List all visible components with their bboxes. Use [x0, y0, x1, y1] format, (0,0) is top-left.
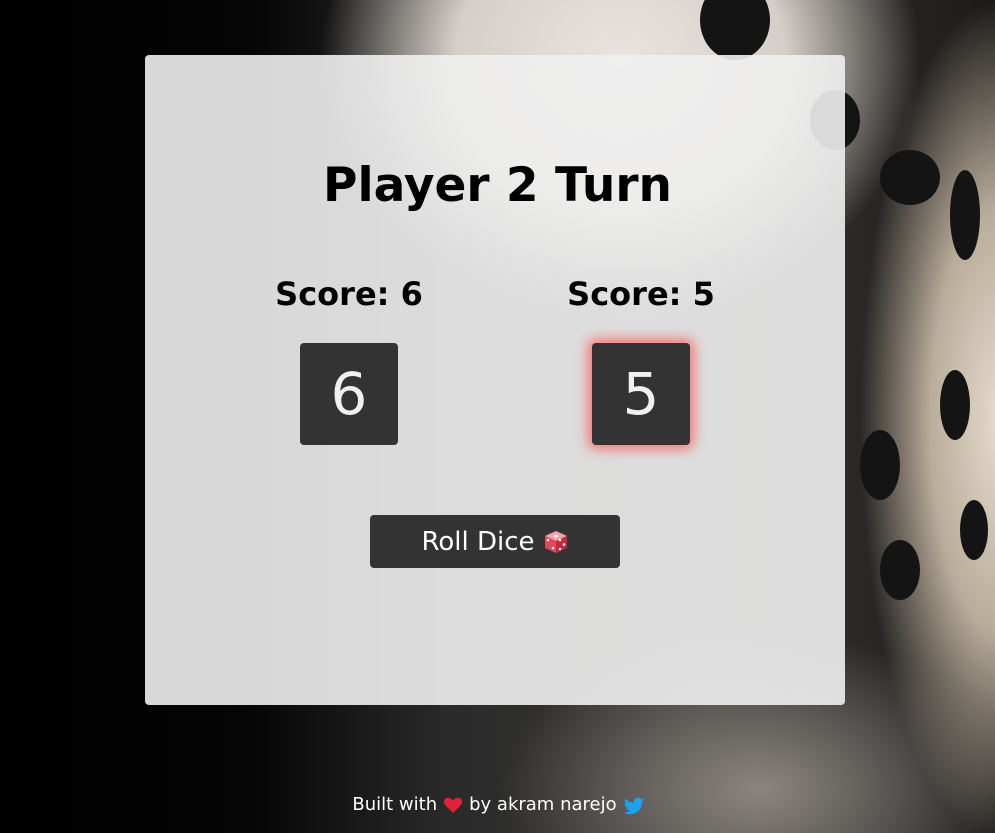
player-1-die: 6: [300, 343, 398, 445]
twitter-icon[interactable]: [623, 795, 644, 815]
player-2-panel: Score: 5 5: [511, 275, 771, 445]
player-1-panel: Score: 6 6: [219, 275, 479, 445]
turn-title: Player 2 Turn: [323, 158, 672, 213]
heart-icon: [443, 795, 463, 815]
roll-dice-button[interactable]: Roll Dice: [370, 515, 620, 568]
game-die-icon: [543, 529, 569, 555]
player-2-score: Score: 5: [567, 275, 715, 313]
roll-dice-label: Roll Dice: [421, 526, 535, 557]
player-2-die: 5: [592, 343, 690, 445]
player-1-score: Score: 6: [275, 275, 423, 313]
footer-text-author: by akram narejo: [469, 794, 617, 815]
footer: Built with by akram narejo: [0, 793, 995, 817]
footer-text-built-with: Built with: [352, 794, 438, 815]
